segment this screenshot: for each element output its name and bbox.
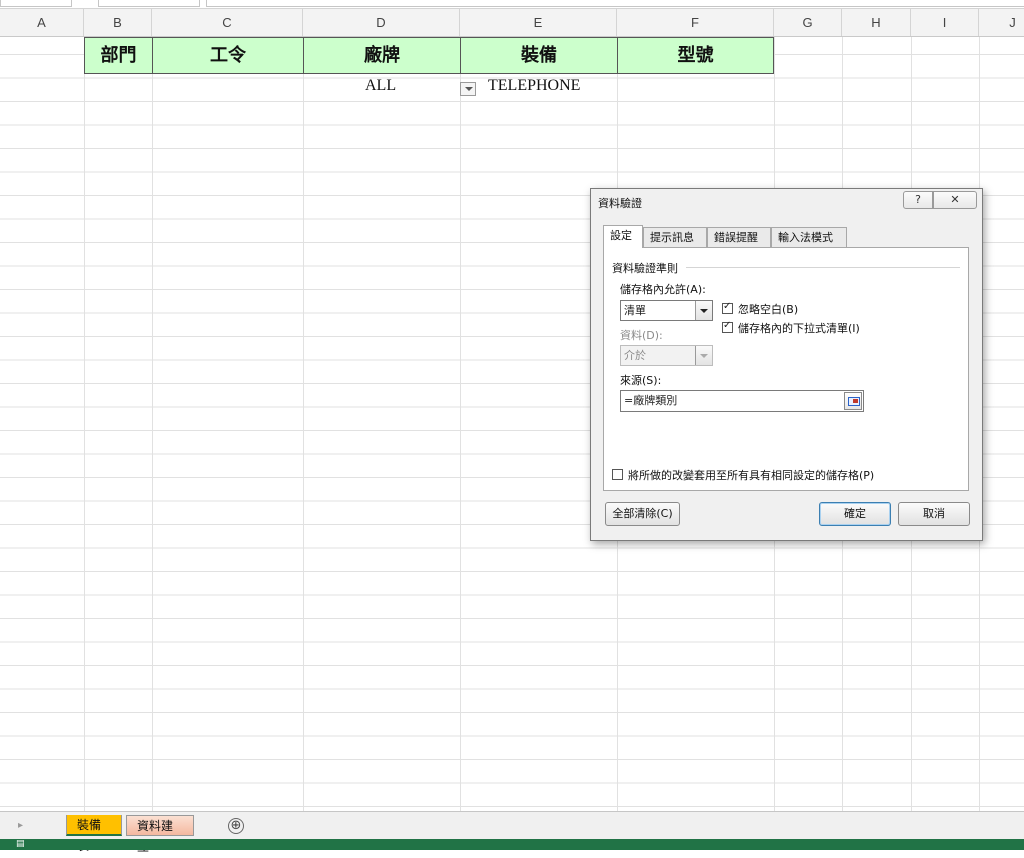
- cell-b1[interactable]: 部門: [84, 37, 153, 74]
- chevron-down-icon: [695, 346, 712, 365]
- add-sheet-icon[interactable]: ⊕: [228, 818, 244, 834]
- allow-select-value: 清單: [624, 304, 646, 317]
- sheet-tab-equipment[interactable]: 裝備表: [66, 815, 122, 853]
- status-bar: ▤: [0, 839, 1024, 850]
- cell-c1[interactable]: 工令: [152, 37, 304, 74]
- cancel-button[interactable]: 取消: [898, 502, 970, 526]
- dropdown-label[interactable]: 儲存格內的下拉式清單(I): [738, 320, 860, 336]
- dialog-title: 資料驗證: [598, 197, 642, 210]
- settings-panel: 資料驗證準則 儲存格內允許(A): 清單 忽略空白(B) 儲存格內的下拉式清單(…: [603, 247, 969, 491]
- clear-all-button[interactable]: 全部清除(C): [605, 502, 680, 526]
- sheet-nav-right-icon[interactable]: ▸: [18, 820, 23, 831]
- column-headers: A B C D E F G H I J: [0, 9, 1024, 37]
- tab-input-message[interactable]: 提示訊息: [643, 227, 707, 247]
- formula-input[interactable]: [206, 0, 1024, 7]
- data-validation-dialog: 資料驗證 ? ✕ 設定 提示訊息 錯誤提醒 輸入法模式 資料驗證準則 儲存格內允…: [590, 188, 983, 541]
- column-header-h[interactable]: H: [842, 9, 911, 36]
- cell-d1[interactable]: 廠牌: [303, 37, 461, 74]
- column-header-e[interactable]: E: [460, 9, 617, 36]
- allow-label: 儲存格內允許(A):: [620, 283, 706, 296]
- cell-f1[interactable]: 型號: [617, 37, 774, 74]
- group-divider: [686, 267, 960, 268]
- sheet-tab-bar: ▸ 裝備表 資料建立 ⊕: [0, 811, 1024, 854]
- column-header-i[interactable]: I: [911, 9, 979, 36]
- cell-d2[interactable]: ALL: [365, 77, 396, 95]
- gridline: [460, 37, 461, 811]
- tab-settings[interactable]: 設定: [603, 225, 643, 248]
- apply-all-label[interactable]: 將所做的改變套用至所有具有相同設定的儲存格(P): [628, 467, 874, 483]
- tab-error-alert[interactable]: 錯誤提醒: [707, 227, 771, 247]
- source-input[interactable]: =廠牌類別: [620, 390, 864, 412]
- column-header-c[interactable]: C: [152, 9, 303, 36]
- cell-e2[interactable]: TELEPHONE: [488, 77, 580, 95]
- sheet-tab-data-setup[interactable]: 資料建立: [126, 815, 194, 854]
- macro-record-icon[interactable]: ▤: [16, 840, 28, 849]
- dropdown-checkbox[interactable]: [722, 320, 733, 333]
- cell-e1[interactable]: 裝備: [460, 37, 618, 74]
- column-header-g[interactable]: G: [774, 9, 842, 36]
- criteria-group-title: 資料驗證準則: [612, 262, 678, 275]
- close-button[interactable]: ✕: [933, 191, 977, 209]
- data-select-value: 介於: [624, 349, 646, 362]
- tab-ime-mode[interactable]: 輸入法模式: [771, 227, 847, 247]
- column-header-f[interactable]: F: [617, 9, 774, 36]
- data-select: 介於: [620, 345, 713, 366]
- column-header-j[interactable]: J: [979, 9, 1024, 36]
- chevron-down-icon[interactable]: [695, 301, 712, 320]
- gridline: [152, 37, 153, 811]
- column-header-d[interactable]: D: [303, 9, 460, 36]
- ok-button[interactable]: 確定: [819, 502, 891, 526]
- gridline: [303, 37, 304, 811]
- range-select-icon[interactable]: [844, 392, 862, 410]
- source-input-value: =廠牌類別: [624, 394, 678, 407]
- name-box[interactable]: [0, 0, 72, 7]
- gridline: [84, 37, 85, 811]
- cell-dropdown-button[interactable]: [460, 82, 476, 96]
- formula-buttons[interactable]: [98, 0, 200, 7]
- formula-bar-strip: [0, 0, 1024, 9]
- source-label: 來源(S):: [620, 374, 662, 387]
- column-header-a[interactable]: A: [0, 9, 84, 36]
- data-label: 資料(D):: [620, 329, 663, 342]
- apply-all-checkbox[interactable]: [612, 469, 623, 480]
- ignore-blank-checkbox[interactable]: [722, 301, 733, 314]
- allow-select[interactable]: 清單: [620, 300, 713, 321]
- column-header-b[interactable]: B: [84, 9, 152, 36]
- ignore-blank-label[interactable]: 忽略空白(B): [738, 301, 798, 317]
- help-button[interactable]: ?: [903, 191, 933, 209]
